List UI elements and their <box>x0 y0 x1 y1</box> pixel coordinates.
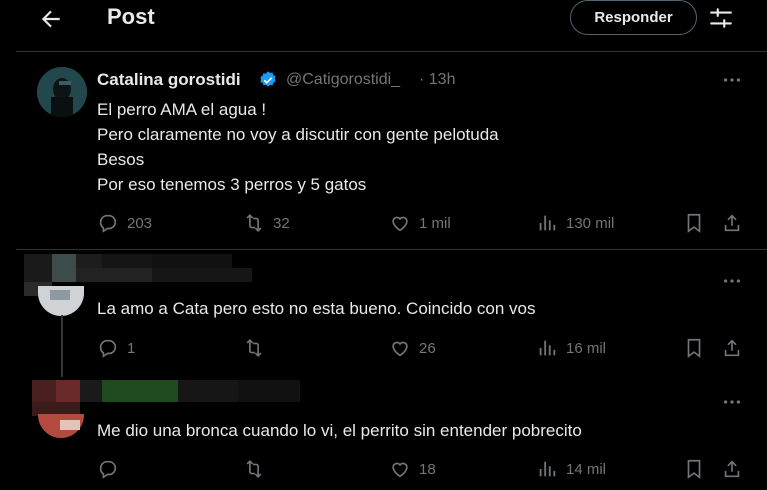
share-icon[interactable] <box>721 337 743 359</box>
bookmark-icon[interactable] <box>683 337 705 359</box>
post-text-line: El perro AMA el agua ! <box>97 100 267 119</box>
like-icon <box>392 216 408 232</box>
tune-icon[interactable] <box>708 5 734 31</box>
like-action[interactable]: 18 <box>389 458 436 480</box>
post-time[interactable]: · 13h <box>419 71 455 89</box>
reply-action[interactable]: 203 <box>97 212 152 234</box>
repost-count: 32 <box>273 214 290 232</box>
reply-action[interactable]: 1 <box>97 337 135 359</box>
views-count: 130 mil <box>566 214 615 232</box>
verified-badge-icon <box>260 71 276 87</box>
repost-action[interactable] <box>243 458 273 480</box>
post-text-line: Pero claramente no voy a discutir con ge… <box>97 125 499 144</box>
avatar-image <box>37 67 87 117</box>
more-icon[interactable] <box>721 270 743 292</box>
reply-icon <box>99 460 117 479</box>
more-icon[interactable] <box>721 69 743 91</box>
post-text-line: Por eso tenemos 3 perros y 5 gatos <box>97 175 367 194</box>
avatar[interactable] <box>37 67 87 117</box>
repost-icon <box>246 460 262 478</box>
share-icon[interactable] <box>721 458 743 480</box>
reply-text: La amo a Cata pero esto no esta bueno. C… <box>97 299 536 318</box>
more-icon[interactable] <box>721 391 743 413</box>
like-action[interactable]: 1 mil <box>389 212 451 234</box>
views-action[interactable]: 14 mil <box>536 458 606 480</box>
respond-button[interactable]: Responder <box>570 0 697 35</box>
repost-icon <box>246 339 262 357</box>
like-icon <box>392 341 408 357</box>
post-text-line: Besos <box>97 150 145 169</box>
header: Post Responder <box>0 0 767 50</box>
like-action[interactable]: 26 <box>389 337 436 359</box>
views-action[interactable]: 16 mil <box>536 337 606 359</box>
like-count: 26 <box>419 339 436 357</box>
like-icon <box>392 462 408 478</box>
share-icon[interactable] <box>721 212 743 234</box>
views-icon <box>539 461 556 477</box>
views-icon <box>539 215 556 231</box>
author-name[interactable]: Catalina gorostidi <box>97 70 241 90</box>
page-title: Post <box>107 4 155 29</box>
post-divider <box>16 249 767 250</box>
repost-action[interactable] <box>243 337 273 359</box>
author-handle[interactable]: @Catigorostidi_ <box>286 71 400 89</box>
views-icon <box>539 340 556 356</box>
reply-action[interactable] <box>97 458 127 480</box>
repost-icon <box>246 214 262 232</box>
reply-count: 203 <box>127 214 153 232</box>
back-arrow-icon[interactable] <box>36 6 66 32</box>
like-count: 1 mil <box>419 214 451 232</box>
reply-text: Me dio una bronca cuando lo vi, el perri… <box>97 421 582 440</box>
views-action[interactable]: 130 mil <box>536 212 614 234</box>
header-divider <box>16 51 767 52</box>
repost-action[interactable]: 32 <box>243 212 290 234</box>
reply-count: 1 <box>127 339 136 357</box>
bookmark-icon[interactable] <box>683 458 705 480</box>
reply-icon <box>99 339 117 358</box>
views-count: 14 mil <box>566 460 607 478</box>
thread-line <box>61 315 63 377</box>
views-count: 16 mil <box>566 339 607 357</box>
like-count: 18 <box>419 460 436 478</box>
reply-icon <box>99 214 117 233</box>
bookmark-icon[interactable] <box>683 212 705 234</box>
